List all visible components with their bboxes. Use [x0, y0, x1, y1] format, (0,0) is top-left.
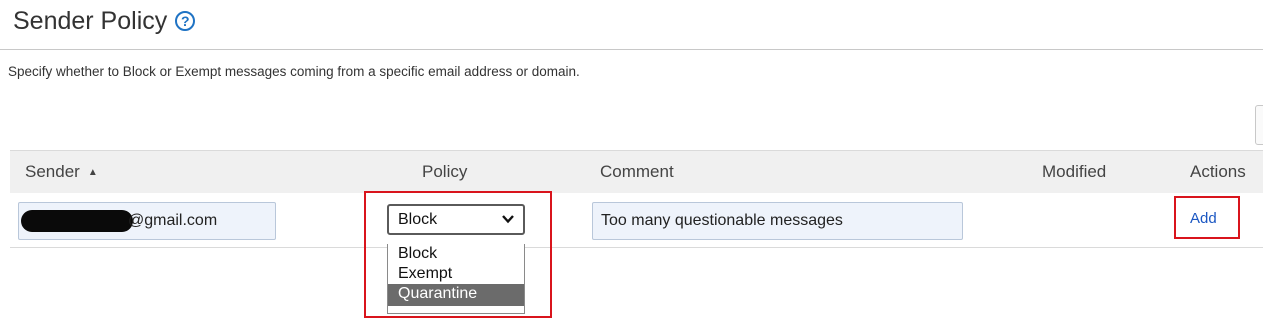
help-icon[interactable]: ? — [175, 11, 196, 31]
page-description: Specify whether to Block or Exempt messa… — [8, 64, 580, 79]
redacted-text — [21, 210, 133, 232]
title-divider — [0, 49, 1263, 50]
column-header-comment[interactable]: Comment — [600, 162, 674, 182]
column-header-actions: Actions — [1190, 162, 1246, 181]
comment-input[interactable]: Too many questionable messages — [592, 202, 963, 240]
page-title: Sender Policy ? — [13, 3, 196, 39]
page-title-text: Sender Policy — [13, 6, 168, 35]
sort-up-icon[interactable]: ▲ — [88, 167, 98, 178]
column-header-modified[interactable]: Modified — [1042, 162, 1106, 182]
policy-highlight-box — [364, 191, 552, 318]
table-header: Sender ▲ Policy Comment Modified Actions — [10, 150, 1263, 194]
toolbar-button-partial[interactable] — [1255, 105, 1263, 145]
column-header-sender[interactable]: Sender ▲ — [25, 162, 98, 182]
column-header-policy[interactable]: Policy — [422, 162, 467, 182]
sender-email-suffix: @gmail.com — [128, 212, 218, 229]
column-header-sender-label: Sender — [25, 162, 80, 181]
sender-email-input[interactable]: @gmail.com — [18, 202, 276, 240]
comment-input-value: Too many questionable messages — [601, 212, 843, 229]
add-highlight-box — [1174, 196, 1240, 239]
